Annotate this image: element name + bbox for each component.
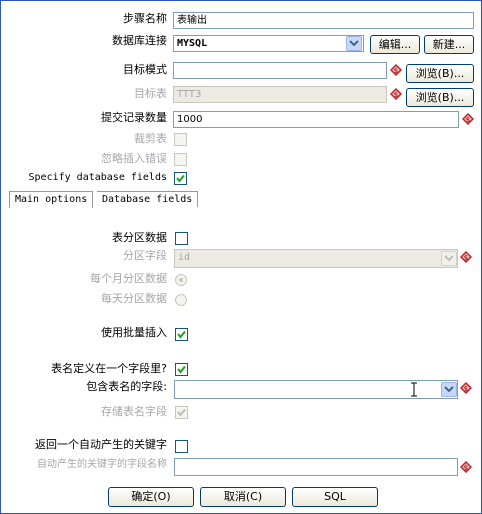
batch-insert-label: 使用批量插入: [101, 326, 167, 339]
new-connection-button[interactable]: 新建...: [424, 35, 474, 54]
partition-field-select[interactable]: id: [174, 249, 458, 268]
store-tablename-checkbox[interactable]: [175, 406, 188, 419]
truncate-table-checkbox[interactable]: [174, 133, 187, 146]
browse-table-button[interactable]: 浏览(B)...: [406, 88, 474, 107]
cancel-button[interactable]: 取消(C): [200, 487, 286, 507]
return-key-label: 返回一个自动产生的关键字: [35, 438, 167, 451]
checkmark-icon: [177, 330, 186, 339]
svg-text:$: $: [394, 67, 398, 75]
step-name-input[interactable]: 表输出: [173, 12, 474, 29]
target-schema-input[interactable]: [173, 62, 387, 79]
store-tablename-label: 存储表名字段: [101, 405, 167, 418]
commit-size-label: 提交记录数量: [101, 111, 167, 124]
checkmark-icon: [176, 174, 185, 183]
svg-text:$: $: [464, 464, 468, 472]
variable-diamond-icon: $: [390, 88, 402, 100]
monthly-partition-radio[interactable]: [175, 274, 187, 286]
commit-size-input[interactable]: 1000: [173, 111, 459, 128]
step-name-label: 步骤名称: [123, 12, 167, 25]
connection-dropdown-button[interactable]: [346, 36, 362, 51]
specify-fields-label: Specify database fields: [28, 172, 167, 183]
svg-text:$: $: [466, 116, 470, 124]
variable-diamond-icon: $: [390, 64, 402, 76]
tablename-in-field-label: 表名定义在一个字段里?: [51, 362, 167, 375]
ok-button[interactable]: 确定(O): [108, 487, 194, 507]
return-key-checkbox[interactable]: [175, 440, 188, 453]
target-table-label: 目标表: [134, 87, 167, 100]
truncate-table-label: 裁剪表: [134, 132, 167, 145]
partition-field-label: 分区字段: [123, 249, 167, 262]
checkmark-icon: [177, 408, 186, 417]
tab-database-fields[interactable]: Database fields: [97, 191, 199, 207]
variable-diamond-icon: $: [462, 113, 474, 125]
text-cursor-icon: [411, 382, 417, 397]
variable-diamond-icon: $: [460, 461, 472, 473]
partition-field-value: id: [178, 252, 191, 263]
tablename-field-dropdown-button[interactable]: [441, 382, 457, 397]
variable-diamond-icon: $: [460, 251, 472, 263]
key-field-name-label: 自动产生的关键字的字段名称: [37, 459, 167, 470]
chevron-down-icon: [444, 386, 454, 393]
chevron-down-icon: [349, 40, 359, 47]
ignore-errors-label: 忽略插入错误: [101, 152, 167, 165]
edit-connection-button[interactable]: 编辑...: [370, 35, 420, 54]
batch-insert-checkbox[interactable]: [175, 328, 188, 341]
tab-bar: Main options Database fields: [9, 191, 473, 209]
specify-fields-checkbox[interactable]: [174, 172, 187, 185]
target-table-input[interactable]: TTT3: [173, 86, 387, 103]
variable-diamond-icon: $: [460, 382, 472, 394]
ignore-errors-checkbox[interactable]: [174, 153, 187, 166]
svg-text:$: $: [464, 385, 468, 393]
connection-label: 数据库连接: [112, 34, 167, 47]
sql-button[interactable]: SQL: [292, 487, 378, 507]
main-options-panel: 表分区数据 分区字段 id $ 每个月分区数据 每天分区数据 使用批量插入 表名…: [9, 208, 473, 478]
target-schema-label: 目标模式: [123, 63, 167, 76]
daily-partition-radio[interactable]: [175, 294, 187, 306]
partition-checkbox[interactable]: [175, 232, 188, 245]
browse-schema-button[interactable]: 浏览(B)...: [406, 64, 474, 83]
checkmark-icon: [177, 365, 186, 374]
key-field-name-input[interactable]: [174, 458, 458, 476]
tablename-field-label: 包含表名的字段:: [86, 380, 167, 393]
tab-main-options[interactable]: Main options: [9, 191, 94, 209]
monthly-partition-label: 每个月分区数据: [90, 272, 167, 285]
tablename-in-field-checkbox[interactable]: [175, 363, 188, 376]
table-output-dialog: 步骤名称 表输出 数据库连接 MYSQL 编辑... 新建... 目标模式 $ …: [0, 0, 482, 514]
svg-text:$: $: [464, 254, 468, 262]
svg-text:$: $: [394, 91, 398, 99]
partition-label: 表分区数据: [112, 231, 167, 244]
chevron-down-icon: [444, 255, 454, 262]
daily-partition-label: 每天分区数据: [101, 292, 167, 305]
connection-select-value: MYSQL: [177, 38, 208, 49]
connection-select[interactable]: MYSQL: [173, 35, 364, 52]
partition-field-dropdown-button[interactable]: [441, 251, 457, 266]
